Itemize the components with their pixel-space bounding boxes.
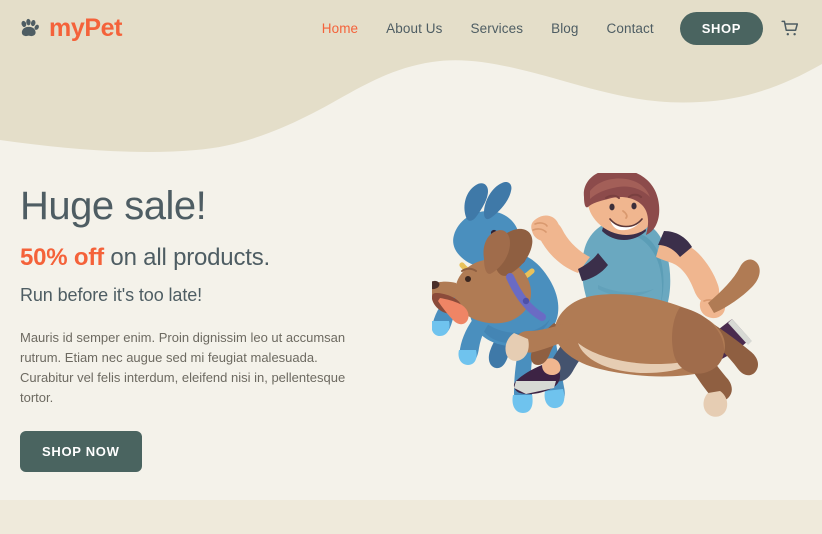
nav-item-contact[interactable]: Contact xyxy=(593,15,668,42)
brand-logo[interactable]: myPet xyxy=(18,13,123,42)
nav-item-services[interactable]: Services xyxy=(457,15,538,42)
hero-paragraph: Mauris id semper enim. Proin dignissim l… xyxy=(20,329,346,406)
paw-print-icon xyxy=(18,17,40,39)
cart-button[interactable] xyxy=(781,19,800,38)
hero-discount-accent: 50% off xyxy=(20,244,104,272)
hero-subtitle: 50% off on all products. xyxy=(20,244,420,273)
shop-now-button[interactable]: SHOP NOW xyxy=(20,430,142,472)
nav-item-about-us[interactable]: About Us xyxy=(372,15,456,42)
nav-item-blog[interactable]: Blog xyxy=(537,15,592,42)
hero-section: Huge sale! 50% off on all products. Run … xyxy=(0,160,822,500)
bottom-section-band xyxy=(0,500,822,534)
hero-tagline: Run before it's too late! xyxy=(20,284,203,305)
hero-subtitle-rest: on all products. xyxy=(103,244,270,272)
shop-button[interactable]: SHOP xyxy=(679,11,763,45)
hero-title: Huge sale! xyxy=(20,184,207,228)
navbar: myPet Home About Us Services Blog Contac… xyxy=(0,0,822,56)
brand-wordmark: myPet xyxy=(49,13,123,42)
shopping-cart-icon xyxy=(781,19,800,38)
nav-links: Home About Us Services Blog Contact SHOP xyxy=(308,11,804,45)
nav-item-home[interactable]: Home xyxy=(308,15,372,42)
boy-running-with-two-dogs-illustration xyxy=(432,173,810,441)
page-root: myPet Home About Us Services Blog Contac… xyxy=(0,0,822,534)
hero-copy: Huge sale! 50% off on all products. Run … xyxy=(20,184,420,472)
